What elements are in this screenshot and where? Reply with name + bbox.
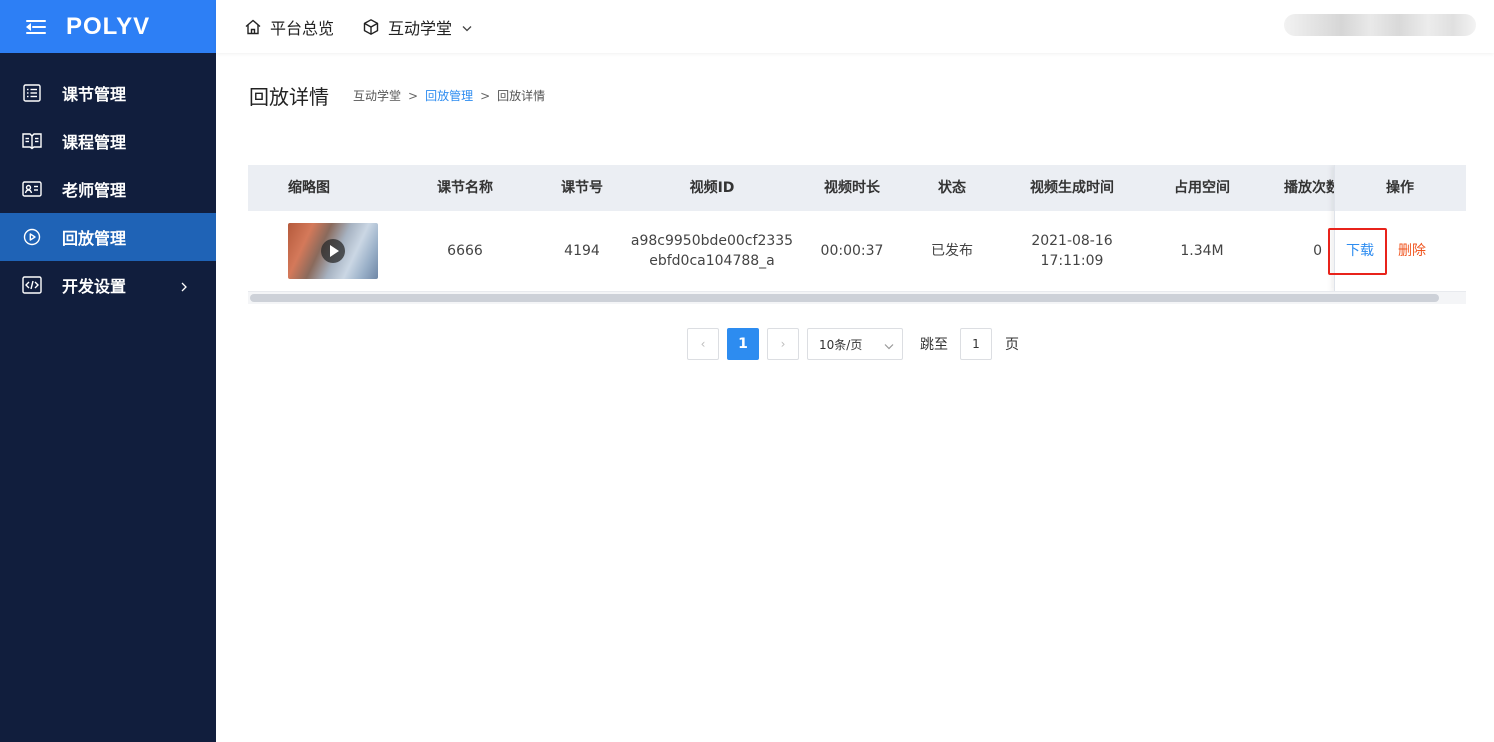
platform-overview-link[interactable]: 平台总览 [244, 15, 334, 39]
jump-to-page-input[interactable] [960, 328, 992, 360]
page-suffix-label: 页 [1005, 337, 1019, 353]
created-time: 17:11:09 [1040, 253, 1104, 269]
book-icon [22, 131, 42, 151]
breadcrumb-separator: > [480, 88, 491, 103]
column-header-video-id: 视频ID [689, 180, 735, 196]
column-header-created-time: 视频生成时间 [1030, 180, 1114, 196]
breadcrumb-separator: > [408, 88, 419, 103]
created-time-cell: 2021-08-16 17:11:09 [992, 211, 1152, 291]
logo[interactable]: POLYV [66, 13, 150, 41]
scrollbar-thumb[interactable] [250, 294, 1439, 302]
chevron-right-icon [180, 278, 188, 297]
column-header-lesson-no: 课节号 [561, 180, 603, 196]
video-id-line: ebfd0ca104788_a [649, 253, 775, 269]
table-row: 6666 4194 a98c9950bde00cf2335 ebfd0ca104… [248, 211, 1466, 291]
play-icon [321, 239, 345, 263]
sidebar-item-teachers[interactable]: 老师管理 [0, 165, 216, 213]
platform-overview-label: 平台总览 [270, 18, 335, 38]
sidebar-nav: 课节管理 课程管理 老师管理 回放管理 开发设置 [0, 53, 216, 309]
page-number-current[interactable]: 1 [727, 328, 759, 360]
list-icon [22, 83, 42, 103]
sidebar-item-label: 课程管理 [62, 133, 127, 152]
jump-to-label: 跳至 [920, 337, 948, 353]
page-size-value: 10条/页 [819, 337, 863, 352]
interactive-school-label: 互动学堂 [388, 18, 453, 38]
video-id-line: a98c9950bde00cf2335 [630, 233, 794, 249]
sidebar-item-courses[interactable]: 课程管理 [0, 117, 216, 165]
cube-icon [362, 18, 380, 36]
sidebar-item-replays[interactable]: 回放管理 [0, 213, 216, 261]
sidebar-item-label: 老师管理 [62, 181, 127, 200]
page-size-select[interactable]: 10条/页 [807, 328, 903, 360]
lesson-no-cell: 4194 [564, 243, 600, 259]
horizontal-scrollbar[interactable] [248, 291, 1466, 304]
column-header-lesson-name: 课节名称 [437, 180, 493, 196]
table-header: 缩略图 课节名称 课节号 视频ID 视频时长 状态 视频生成时间 占用空间 播放… [248, 165, 1466, 211]
column-header-thumbnail: 缩略图 [288, 180, 330, 196]
user-info-blurred[interactable] [1284, 14, 1476, 36]
lesson-name-cell: 6666 [447, 243, 483, 259]
interactive-school-dropdown[interactable]: 互动学堂 [362, 15, 472, 39]
next-page-button[interactable]: › [767, 328, 799, 360]
breadcrumb-root[interactable]: 互动学堂 [353, 87, 401, 104]
download-highlight-annotation [1328, 228, 1387, 275]
top-bar: 平台总览 互动学堂 [216, 0, 1494, 53]
created-date: 2021-08-16 [1031, 233, 1113, 249]
home-icon [244, 18, 262, 36]
brand-bar: POLYV [0, 0, 216, 53]
menu-collapse-icon[interactable] [26, 19, 46, 35]
breadcrumb: 互动学堂 > 回放管理 > 回放详情 [353, 87, 545, 104]
breadcrumb-parent[interactable]: 回放管理 [425, 87, 473, 104]
sidebar-item-label: 课节管理 [62, 85, 127, 104]
replay-table: 缩略图 课节名称 课节号 视频ID 视频时长 状态 视频生成时间 占用空间 播放… [248, 165, 1466, 304]
chevron-down-icon [884, 339, 894, 353]
sidebar-item-label: 回放管理 [62, 229, 127, 248]
play-count-cell: 0 [1313, 243, 1322, 259]
column-header-space: 占用空间 [1174, 180, 1230, 196]
page-title: 回放详情 [249, 85, 329, 109]
prev-page-button[interactable]: ‹ [687, 328, 719, 360]
duration-cell: 00:00:37 [820, 243, 884, 259]
video-id-cell: a98c9950bde00cf2335 ebfd0ca104788_a [622, 211, 802, 291]
column-header-status: 状态 [938, 180, 966, 196]
chevron-down-icon [462, 17, 472, 36]
id-card-icon [22, 179, 42, 199]
column-header-duration: 视频时长 [824, 180, 880, 196]
pagination: ‹ 1 › 10条/页 跳至 页 [687, 328, 1019, 360]
thumbnail-cell [248, 211, 418, 291]
sidebar: POLYV 课节管理 课程管理 老师管理 回放管理 开发设置 [0, 0, 216, 742]
video-thumbnail[interactable] [288, 223, 378, 279]
play-circle-icon [22, 227, 42, 247]
sidebar-item-lessons[interactable]: 课节管理 [0, 69, 216, 117]
sidebar-item-dev-settings[interactable]: 开发设置 [0, 261, 216, 309]
space-cell: 1.34M [1180, 243, 1224, 259]
code-icon [22, 275, 42, 295]
breadcrumb-current: 回放详情 [497, 89, 546, 103]
sidebar-item-label: 开发设置 [62, 277, 127, 296]
status-cell: 已发布 [931, 243, 973, 259]
